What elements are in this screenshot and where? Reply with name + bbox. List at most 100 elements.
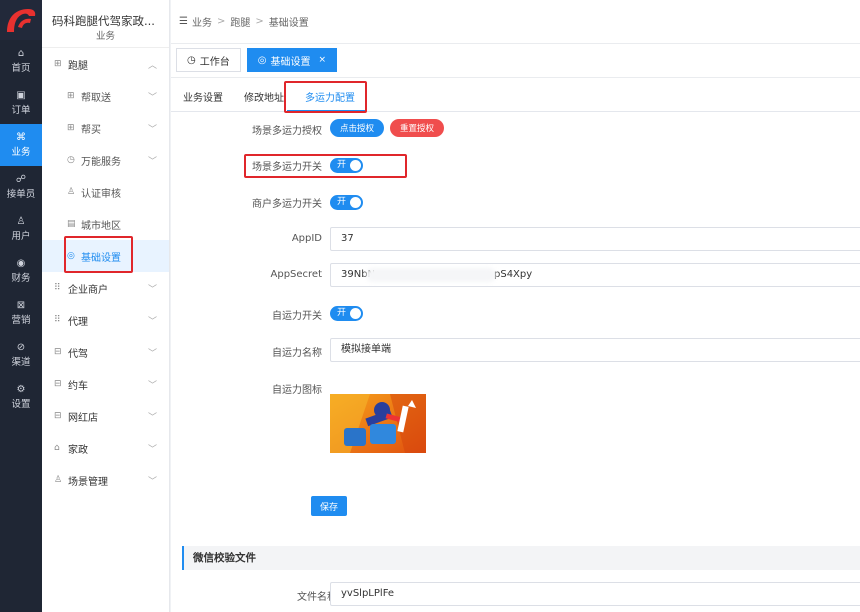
tab-business-settings[interactable]: 业务设置 [183,89,223,104]
sidebar-item-label: 家政 [68,444,88,456]
sidebar-item-scene-management[interactable]: ♙ 场景管理 ﹀ [42,464,169,496]
close-icon[interactable]: × [318,55,326,65]
rail-label: 接单员 [6,189,36,200]
tab-label: 工作台 [199,56,230,68]
rail-settings[interactable]: ⚙ 设置 [0,376,42,418]
sidebar-item-label: 代驾 [68,348,88,360]
redaction-blur [366,268,496,282]
home-icon: ⌂ [17,48,25,59]
chevron-down-icon: ﹀ [147,476,157,487]
appid-field[interactable]: 37 [330,227,860,251]
city-icon: ▤ [67,219,76,229]
sidebar-item-buy[interactable]: ⊞ 帮买 ﹀ [42,112,169,144]
chevron-up-icon: ︿ [147,60,157,71]
tab-basic-settings[interactable]: ◎ 基础设置 × [246,48,338,72]
sidebar-item-influencer-shop[interactable]: ⊟ 网红店 ﹀ [42,400,169,432]
rail-label: 营销 [11,315,31,326]
business-icon: ⌘ [16,132,26,143]
user-icon: ♙ [16,216,26,227]
delivery-icon: ⊞ [67,91,75,101]
buy-icon: ⊞ [67,123,75,133]
breadcrumb: ☰ 业务 > 跑腿 > 基础设置 [171,0,860,44]
save-button[interactable]: 保存 [311,496,347,516]
sidebar-item-label: 认证审核 [81,188,121,200]
user-icon: ♙ [54,475,63,485]
appid-label: AppID [291,233,322,244]
chevron-down-icon: ﹀ [147,412,157,423]
self-switch-label: 自运力开关 [272,311,322,322]
reset-authorization-button[interactable]: 重置授权 [390,119,445,137]
highlight-box-basic-settings [64,236,133,273]
sidebar-item-agent[interactable]: ⠿ 代理 ﹀ [42,304,169,336]
courier-icon: ☍ [15,174,27,185]
rail-label: 订单 [11,105,31,116]
rail-channels[interactable]: ⊘ 渠道 [0,334,42,376]
merchant-switch-label: 商户多运力开关 [252,199,322,210]
rail-label: 渠道 [11,357,31,368]
rail-label: 财务 [11,273,31,284]
highlight-box-multi-capacity-tab [284,81,367,113]
rail-couriers[interactable]: ☍ 接单员 [0,166,42,208]
page-tabs-bar: ◷ 工作台 ◎ 基础设置 × [171,44,860,78]
errand-icon: ⊞ [54,59,62,69]
rail-label: 业务 [11,147,31,158]
breadcrumb-item: 基础设置 [268,18,309,29]
sidebar-item-merchant[interactable]: ⠿ 企业商户 ﹀ [42,272,169,304]
file-name-label: 文件名称 [297,592,337,603]
sidebar-item-ride[interactable]: ⊟ 约车 ﹀ [42,368,169,400]
tab-edit-address[interactable]: 修改地址 [244,89,284,104]
orders-icon: ▣ [16,90,26,101]
self-name-label: 自运力名称 [272,348,322,359]
chevron-down-icon: ﹀ [147,380,157,391]
sidebar-item-label: 万能服务 [81,156,121,168]
file-name-field[interactable]: yvSlpLPlFe [330,582,860,606]
chevron-down-icon: ﹀ [147,156,157,167]
rail-label: 用户 [11,231,31,242]
sidebar-item-label: 跑腿 [68,60,88,72]
rail-label: 首页 [11,63,31,74]
breadcrumb-item[interactable]: 跑腿 [230,14,250,29]
chevron-down-icon: ﹀ [147,316,157,327]
shop-icon: ⊟ [54,411,62,421]
submenu-section-title: 业务 [42,30,169,48]
user-icon: ♙ [67,187,76,197]
chevron-down-icon: ﹀ [147,444,157,455]
sidebar-item-verification[interactable]: ♙ 认证审核 [42,176,169,208]
grid-icon: ⠿ [54,283,61,293]
self-icon-image[interactable] [330,394,426,453]
sidebar-item-errand[interactable]: ⊞ 跑腿 ︿ [42,48,169,80]
breadcrumb-item[interactable]: 业务 [192,14,212,29]
chevron-down-icon: ﹀ [147,124,157,135]
business-submenu: 码科跑腿代驾家政... 业务 ⊞ 跑腿 ︿ ⊞ 帮取送 ﹀ ⊞ 帮买 ﹀ ◷ 万能服务 ﹀ ♙ 认… [42,0,170,612]
sidebar-item-housekeeping[interactable]: ⌂ 家政 ﹀ [42,432,169,464]
menu-fold-icon[interactable]: ☰ [179,16,188,27]
breadcrumb-separator: > [255,16,264,27]
rail-business[interactable]: ⌘ 业务 [0,124,42,166]
sidebar-item-universal-service[interactable]: ◷ 万能服务 ﹀ [42,144,169,176]
rail-orders[interactable]: ▣ 订单 [0,82,42,124]
self-name-field[interactable]: 模拟接单端 [330,338,860,362]
clock-icon: ◷ [187,54,196,66]
sidebar-item-label: 城市地区 [81,220,121,232]
tab-workbench[interactable]: ◷ 工作台 [176,48,241,72]
main-nav-rail: ⌂ 首页 ▣ 订单 ⌘ 业务 ☍ 接单员 ♙ 用户 ◉ 财务 ⊠ 营销 ⊘ 渠道 ⚙ 设置 [0,0,42,612]
rail-home[interactable]: ⌂ 首页 [0,40,42,82]
sidebar-item-label: 企业商户 [68,284,108,296]
home-icon: ⌂ [54,443,60,453]
rail-finance[interactable]: ◉ 财务 [0,250,42,292]
sidebar-item-designated-driver[interactable]: ⊟ 代驾 ﹀ [42,336,169,368]
wechat-verify-section-title: 微信校验文件 [182,546,860,570]
car-icon: ⊟ [54,347,62,357]
tab-label: 基础设置 [270,56,311,68]
app-brand-title: 码科跑腿代驾家政... [52,14,155,28]
car-icon: ⊟ [54,379,62,389]
merchant-multi-capacity-toggle[interactable]: 开 [330,195,363,210]
grid-icon: ⠿ [54,315,61,325]
marketing-icon: ⊠ [16,300,26,311]
self-capacity-toggle[interactable]: 开 [330,306,363,321]
rail-marketing[interactable]: ⊠ 营销 [0,292,42,334]
sidebar-item-pickup-delivery[interactable]: ⊞ 帮取送 ﹀ [42,80,169,112]
self-icon-label: 自运力图标 [272,385,322,396]
rail-users[interactable]: ♙ 用户 [0,208,42,250]
authorize-button[interactable]: 点击授权 [330,119,385,137]
